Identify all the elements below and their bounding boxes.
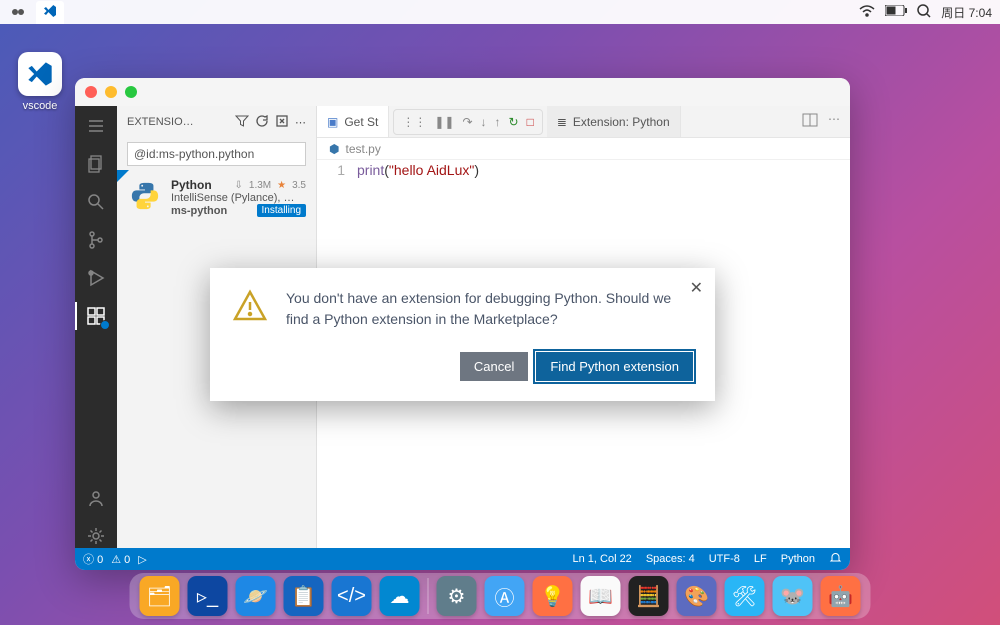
dock-store-icon[interactable]: Ⓐ — [485, 576, 525, 616]
recommended-ribbon-icon — [117, 170, 129, 182]
python-logo-icon — [127, 178, 163, 214]
extension-publisher: ms-python — [171, 205, 227, 217]
sidebar-title: EXTENSIO… — [127, 116, 229, 128]
stop-icon[interactable]: □ — [527, 115, 534, 129]
menu-icon[interactable] — [84, 114, 108, 138]
debug-extension-dialog: ✕ You don't have an extension for debugg… — [210, 268, 715, 401]
list-icon: ≣ — [557, 115, 567, 129]
refresh-icon[interactable] — [255, 114, 269, 131]
dock-design-icon[interactable]: 🎨 — [677, 576, 717, 616]
dock-terminal-icon[interactable]: ▹_ — [188, 576, 228, 616]
debug-toolbar[interactable]: ⋮⋮ ❚❚ ↷ ↓ ↑ ↻ □ — [393, 109, 542, 135]
status-eol[interactable]: LF — [754, 553, 767, 565]
more-icon[interactable]: ⋯ — [295, 116, 306, 129]
desktop-vscode-shortcut[interactable]: vscode — [18, 52, 62, 112]
vscode-window: EXTENSIO… ⋯ @id:ms-python.python Python … — [75, 78, 850, 570]
dock-separator — [428, 578, 429, 614]
clear-icon[interactable] — [275, 114, 289, 131]
dock-docs-icon[interactable]: 📖 — [581, 576, 621, 616]
update-badge-icon — [100, 320, 110, 330]
dock-calculator-icon[interactable]: 🧮 — [629, 576, 669, 616]
more-actions-icon[interactable]: ⋯ — [828, 112, 840, 131]
status-ln-col[interactable]: Ln 1, Col 22 — [572, 553, 631, 565]
tab-label: Extension: Python — [573, 115, 670, 129]
dock: 🗂 ▹_ 🪐 📋 </> ☁ ⚙ Ⓐ 💡 📖 🧮 🎨 🛠 🐭 🤖 — [130, 573, 871, 619]
tab-get-started[interactable]: ▣ Get St — [317, 106, 389, 137]
search-icon[interactable] — [917, 4, 931, 21]
dock-code-icon[interactable]: </> — [332, 576, 372, 616]
breadcrumb[interactable]: ⬢ test.py — [317, 138, 850, 160]
extensions-icon[interactable] — [84, 304, 108, 328]
extension-search-input[interactable]: @id:ms-python.python — [127, 142, 306, 166]
status-encoding[interactable]: UTF-8 — [709, 553, 740, 565]
status-spaces[interactable]: Spaces: 4 — [646, 553, 695, 565]
book-icon: ▣ — [327, 115, 338, 129]
clock-text[interactable]: 周日 7:04 — [941, 4, 992, 21]
star-icon: ★ — [277, 180, 286, 191]
tab-bar: ▣ Get St ⋮⋮ ❚❚ ↷ ↓ ↑ ↻ □ ≣ Extension: Py… — [317, 106, 850, 138]
cancel-button[interactable]: Cancel — [460, 352, 528, 381]
dock-tools-icon[interactable]: 🛠 — [725, 576, 765, 616]
restart-icon[interactable]: ↻ — [509, 115, 519, 129]
window-maximize-button[interactable] — [125, 86, 137, 98]
window-minimize-button[interactable] — [105, 86, 117, 98]
python-file-icon: ⬢ — [329, 142, 339, 156]
status-errors[interactable]: ⓧ 0 — [83, 551, 103, 567]
dock-browser-icon[interactable]: 🪐 — [236, 576, 276, 616]
wifi-icon[interactable] — [859, 5, 875, 20]
dock-cloud-icon[interactable]: ☁ — [380, 576, 420, 616]
extension-name: Python — [171, 178, 212, 192]
search-activity-icon[interactable] — [84, 190, 108, 214]
drag-handle-icon[interactable]: ⋮⋮ — [402, 115, 426, 129]
extension-description: IntelliSense (Pylance), … — [171, 192, 306, 204]
activity-bar — [75, 106, 117, 548]
dock-assistant-icon[interactable]: 🤖 — [821, 576, 861, 616]
settings-gear-icon[interactable] — [84, 524, 108, 548]
app-menu-icon[interactable] — [8, 2, 28, 22]
pause-icon[interactable]: ❚❚ — [434, 115, 454, 129]
vscode-icon — [18, 52, 62, 96]
breadcrumb-file: test.py — [345, 142, 380, 156]
extension-downloads: 1.3M — [249, 180, 271, 191]
extension-status-badge: Installing — [257, 204, 306, 217]
window-close-button[interactable] — [85, 86, 97, 98]
dock-files-icon[interactable]: 🗂 — [140, 576, 180, 616]
run-indicator-icon[interactable]: ▷ — [138, 553, 146, 566]
desktop-icon-label: vscode — [18, 100, 62, 112]
extension-rating: 3.5 — [292, 180, 306, 191]
bell-icon[interactable] — [829, 551, 842, 567]
tab-extension-python[interactable]: ≣ Extension: Python — [547, 106, 681, 137]
taskbar-vscode-tab[interactable] — [36, 1, 64, 24]
split-editor-icon[interactable] — [802, 112, 818, 131]
accounts-icon[interactable] — [84, 486, 108, 510]
extension-list-item[interactable]: Python ⇩ 1.3M ★ 3.5 IntelliSense (Pylance)… — [117, 170, 316, 225]
download-icon: ⇩ — [235, 180, 243, 191]
status-warnings[interactable]: ⚠ 0 — [111, 553, 130, 566]
battery-icon[interactable] — [885, 5, 907, 19]
find-python-extension-button[interactable]: Find Python extension — [536, 352, 693, 381]
dialog-close-button[interactable]: ✕ — [690, 278, 703, 298]
dock-chat-icon[interactable]: 🐭 — [773, 576, 813, 616]
tab-label: Get St — [344, 115, 378, 129]
step-out-icon[interactable]: ↑ — [495, 115, 501, 129]
dock-notes-icon[interactable]: 📋 — [284, 576, 324, 616]
step-over-icon[interactable]: ↷ — [462, 115, 472, 129]
dock-light-icon[interactable]: 💡 — [533, 576, 573, 616]
explorer-icon[interactable] — [84, 152, 108, 176]
status-bar: ⓧ 0 ⚠ 0 ▷ Ln 1, Col 22 Spaces: 4 UTF-8 L… — [75, 548, 850, 570]
source-control-icon[interactable] — [84, 228, 108, 252]
dock-settings-icon[interactable]: ⚙ — [437, 576, 477, 616]
warning-icon — [232, 288, 268, 330]
system-topbar: 周日 7:04 — [0, 0, 1000, 24]
step-into-icon[interactable]: ↓ — [481, 115, 487, 129]
run-debug-icon[interactable] — [84, 266, 108, 290]
status-language[interactable]: Python — [781, 553, 815, 565]
filter-icon[interactable] — [235, 114, 249, 131]
dialog-message: You don't have an extension for debuggin… — [286, 288, 693, 330]
window-titlebar[interactable] — [75, 78, 850, 106]
